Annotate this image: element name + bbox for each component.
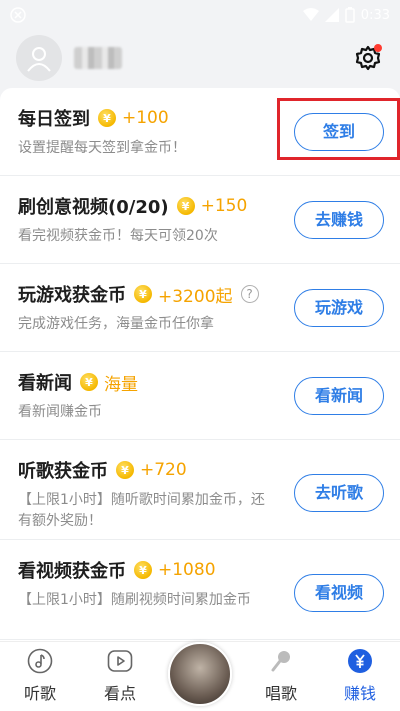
task-title: 听歌获金币 [18,461,108,482]
center-avatar-button[interactable] [168,642,232,706]
task-desc: 看新闻赚金币 [18,404,102,420]
task-read-news: 看新闻 ¥ 海量 看新闻赚金币 看新闻 [0,352,400,440]
tab-watch[interactable]: 看点 [90,648,150,708]
tab-label: 赚钱 [343,684,376,703]
tab-listen[interactable]: 听歌 [10,648,70,708]
task-desc: 设置提醒每天签到拿金币！ [18,140,186,156]
task-title: 看新闻 [18,373,72,394]
checkin-button[interactable]: 签到 [294,113,384,151]
close-circle-icon [10,7,26,23]
play-game-button[interactable]: 玩游戏 [294,289,384,327]
task-title: 看视频获金币 [18,561,126,582]
task-creative-video: 刷创意视频(0/20) ¥ +150 看完视频获金币！每天可领20次 去赚钱 [0,176,400,264]
coin-icon: ¥ [98,109,116,127]
battery-icon [345,7,355,23]
task-desc: 看完视频获金币！每天可领20次 [18,228,218,244]
earn-money-button[interactable]: 去赚钱 [294,201,384,239]
wifi-icon [302,8,319,21]
task-desc: 【上限1小时】随刷视频时间累加金币 [18,592,251,608]
coin-icon: ¥ [80,373,98,391]
tab-label: 唱歌 [264,684,297,703]
help-icon[interactable]: ? [240,285,259,303]
task-listen-music: 听歌获金币 ¥ +720 【上限1小时】随听歌时间累加金币，还有额外奖励！ 去听… [0,440,400,540]
task-watch-video: 看视频获金币 ¥ +1080 【上限1小时】随刷视频时间累加金币 看视频 [0,540,400,640]
task-title: 玩游戏获金币 [18,285,126,306]
tab-label: 听歌 [23,684,56,703]
task-play-game: 玩游戏获金币 ¥ +3200起 ? 完成游戏任务，海量金币任你拿 玩游戏 [0,264,400,352]
task-daily-checkin: 每日签到 ¥ +100 设置提醒每天签到拿金币！ 签到 [0,88,400,176]
read-news-button[interactable]: 看新闻 [294,377,384,415]
task-reward: +720 [140,460,187,480]
task-title: 刷创意视频(0/20) [18,197,169,218]
tab-label: 看点 [103,684,136,703]
notification-dot [374,44,382,52]
music-note-icon [27,648,53,674]
yuan-icon [348,649,372,673]
task-reward: +3200起 [158,286,233,307]
microphone-icon [271,651,290,672]
task-list: 每日签到 ¥ +100 设置提醒每天签到拿金币！ 签到 刷创意视频(0/20) … [0,88,400,641]
coin-icon: ¥ [116,461,134,479]
tab-earn[interactable]: 赚钱 [330,648,390,708]
task-title: 每日签到 [18,109,90,130]
play-icon [107,650,133,672]
profile-header [0,30,400,86]
coin-icon: ¥ [176,197,195,215]
task-desc: 【上限1小时】随听歌时间累加金币，还有额外奖励！ [18,492,265,529]
task-reward: +1080 [158,560,216,580]
coin-icon: ¥ [134,285,152,303]
username-blurred [74,47,122,69]
tab-sing[interactable]: 唱歌 [251,648,311,708]
signal-icon [324,8,339,22]
task-reward: 海量 [104,374,138,395]
status-time: 0:33 [360,7,390,23]
user-icon [27,47,51,72]
task-reward: +100 [122,108,169,128]
settings-button[interactable] [352,42,384,74]
task-desc: 完成游戏任务，海量金币任你拿 [18,316,214,332]
watch-video-button[interactable]: 看视频 [294,574,384,612]
task-reward: +150 [200,196,248,216]
coin-icon: ¥ [134,561,152,579]
listen-music-button[interactable]: 去听歌 [294,474,384,512]
status-bar: 0:33 [0,0,400,30]
user-avatar[interactable] [16,35,62,81]
